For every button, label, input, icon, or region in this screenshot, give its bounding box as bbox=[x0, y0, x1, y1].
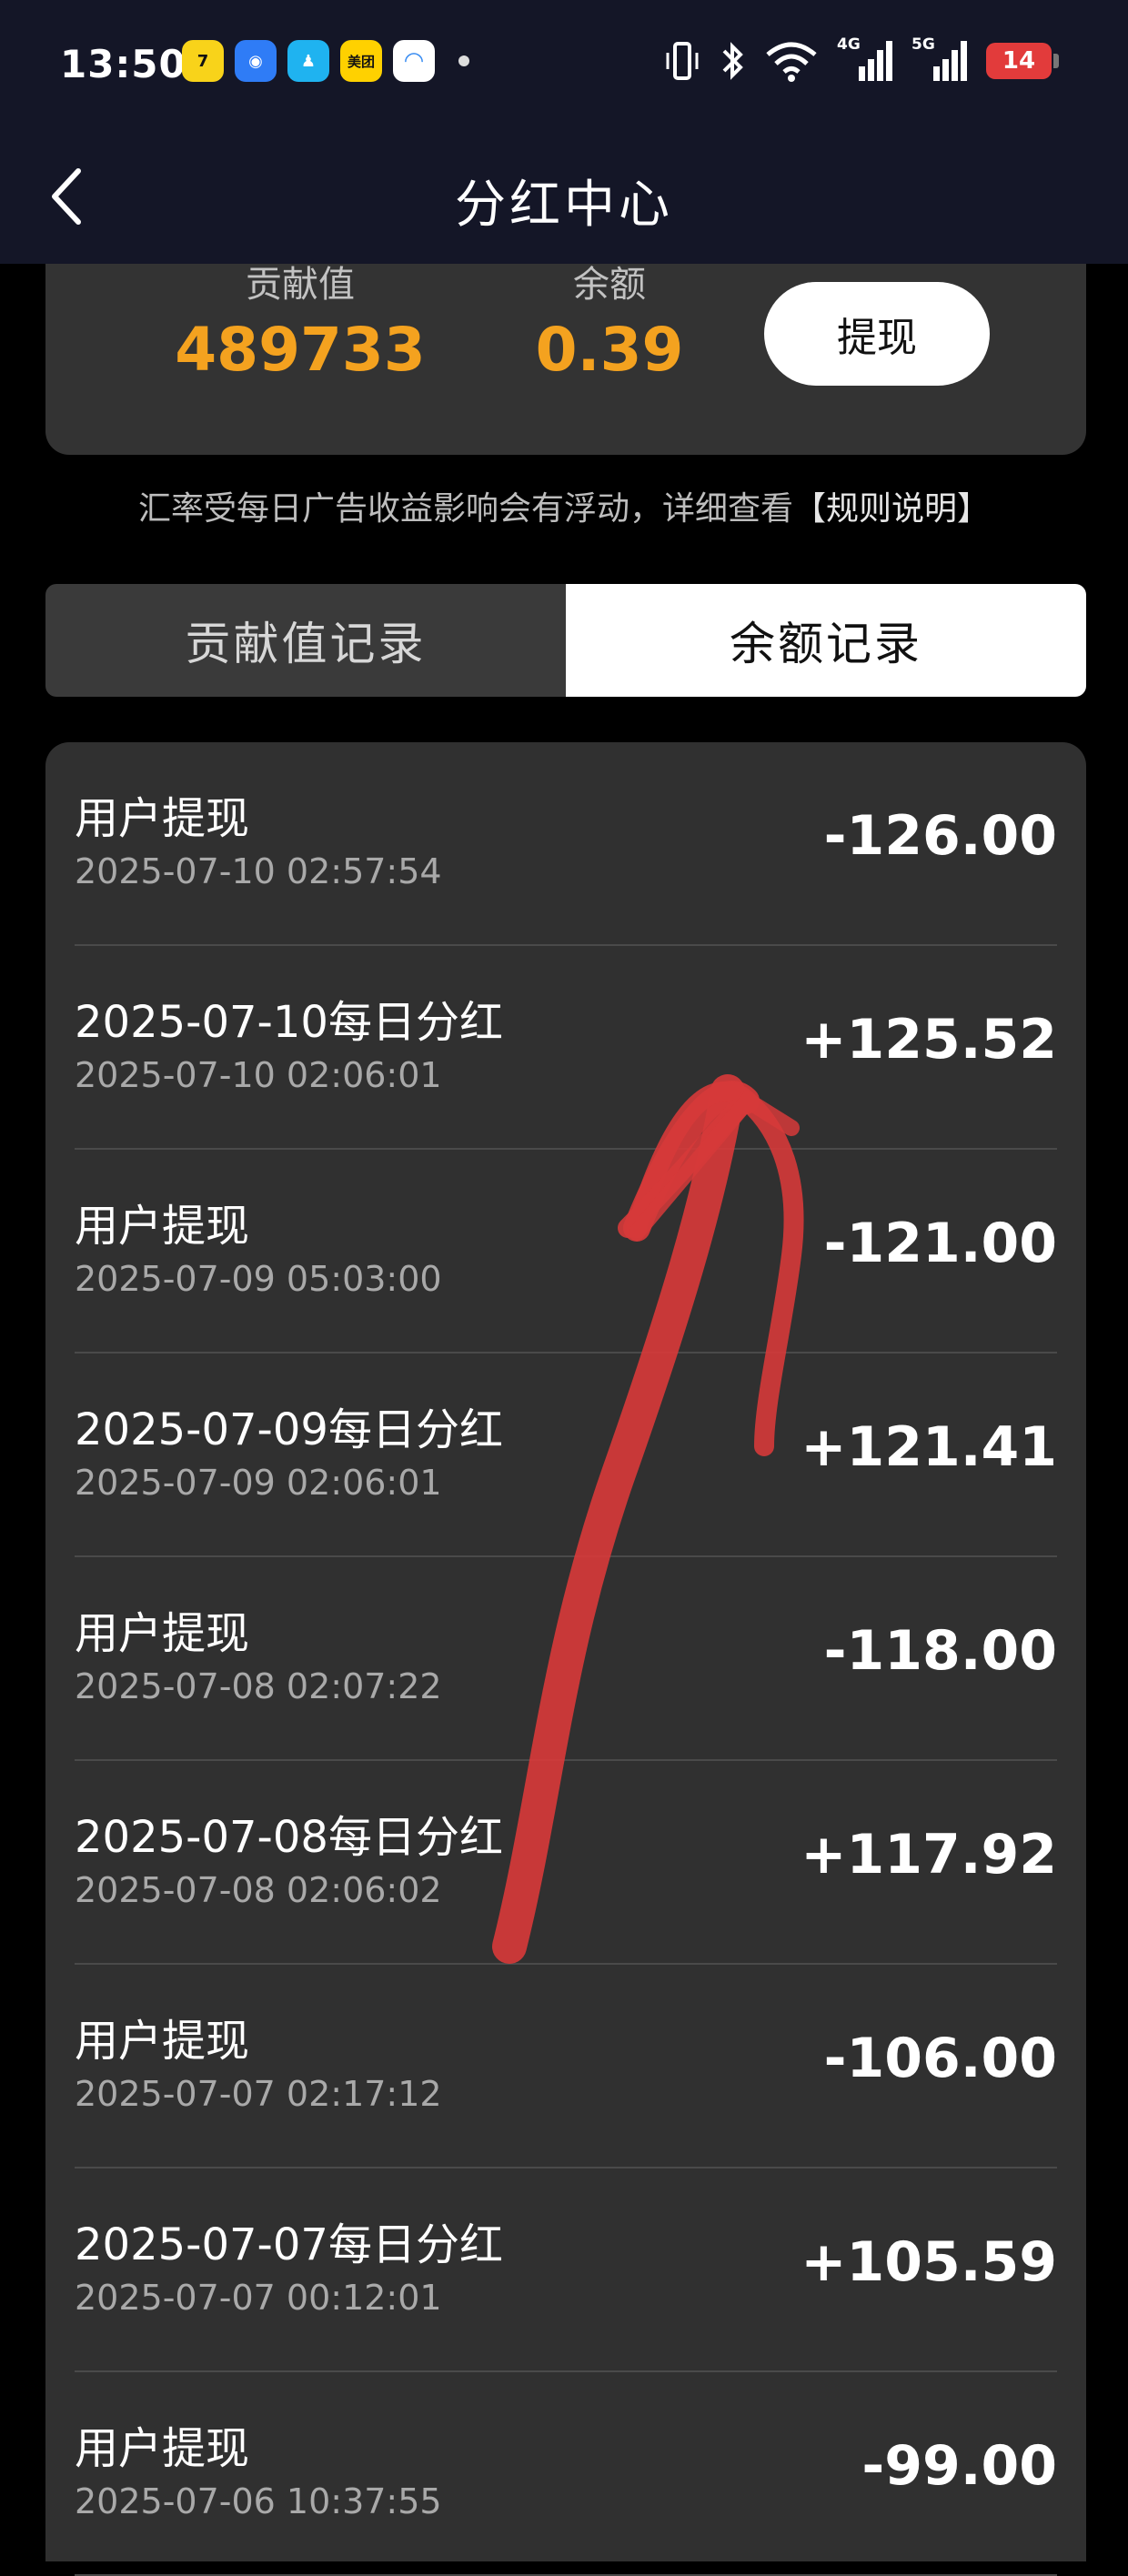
qq-penguin-icon: ♟ bbox=[287, 40, 329, 82]
record-title: 用户提现 bbox=[75, 2423, 250, 2474]
record-amount: +105.59 bbox=[801, 2230, 1057, 2294]
tab-balance-records[interactable]: 余额记录 bbox=[566, 584, 1086, 697]
contribution-value: 489733 bbox=[175, 315, 426, 385]
balance-stat: 余额 0.39 bbox=[446, 255, 773, 385]
record-amount: +121.41 bbox=[801, 1415, 1057, 1479]
record-time: 2025-07-08 02:06:02 bbox=[75, 1870, 442, 1910]
record-title: 2025-07-08每日分红 bbox=[75, 1812, 503, 1863]
wifi-icon bbox=[766, 42, 817, 82]
list-item[interactable]: 2025-07-09每日分红 2025-07-09 02:06:01 +121.… bbox=[75, 1353, 1057, 1557]
top-bar: 13:50 7 ◉ ♟ 美团 ◠ 4G 5G 14 分红中心 bbox=[0, 0, 1128, 264]
list-item[interactable]: 2025-07-07每日分红 2025-07-07 00:12:01 +105.… bbox=[75, 2168, 1057, 2372]
withdraw-button[interactable]: 提现 bbox=[764, 282, 990, 386]
record-tabs: 贡献值记录 余额记录 bbox=[45, 584, 1086, 697]
list-item[interactable]: 用户提现 2025-07-06 10:37:55 -99.00 bbox=[75, 2372, 1057, 2576]
meituan-icon: 美团 bbox=[340, 40, 382, 82]
list-item[interactable]: 用户提现 2025-07-10 02:57:54 -126.00 bbox=[75, 742, 1057, 946]
more-notifications-dot-icon bbox=[458, 55, 469, 66]
notification-app-icons: 7 ◉ ♟ 美团 ◠ bbox=[182, 40, 469, 82]
record-amount: -121.00 bbox=[823, 1212, 1057, 1275]
record-time: 2025-07-06 10:37:55 bbox=[75, 2481, 442, 2521]
exchange-rate-notice: 汇率受每日广告收益影响会有浮动，详细查看【规则说明】 bbox=[0, 482, 1128, 529]
balance-value: 0.39 bbox=[535, 315, 684, 385]
record-amount: -126.00 bbox=[823, 804, 1057, 868]
status-time: 13:50 bbox=[60, 42, 186, 86]
record-time: 2025-07-10 02:06:01 bbox=[75, 1055, 442, 1095]
record-time: 2025-07-09 05:03:00 bbox=[75, 1259, 442, 1299]
signal-4g-icon: 4G bbox=[837, 35, 893, 83]
status-bar: 13:50 7 ◉ ♟ 美团 ◠ 4G 5G 14 bbox=[0, 0, 1128, 127]
record-time: 2025-07-08 02:07:22 bbox=[75, 1666, 442, 1706]
list-item[interactable]: 用户提现 2025-07-08 02:07:22 -118.00 bbox=[75, 1557, 1057, 1761]
balance-record-list: 用户提现 2025-07-10 02:57:54 -126.00 2025-07… bbox=[45, 742, 1086, 2576]
tiger-app-icon: 7 bbox=[182, 40, 224, 82]
record-title: 用户提现 bbox=[75, 2016, 250, 2067]
record-title: 2025-07-10每日分红 bbox=[75, 997, 503, 1048]
record-amount: -118.00 bbox=[823, 1619, 1057, 1683]
record-time: 2025-07-07 02:17:12 bbox=[75, 2074, 442, 2114]
record-title: 2025-07-07每日分红 bbox=[75, 2219, 503, 2270]
record-time: 2025-07-10 02:57:54 bbox=[75, 851, 442, 891]
page-title: 分红中心 bbox=[455, 176, 673, 235]
record-amount: +125.52 bbox=[801, 1008, 1057, 1072]
record-title: 2025-07-09每日分红 bbox=[75, 1404, 503, 1455]
blue-app-icon: ◉ bbox=[235, 40, 277, 82]
record-title: 用户提现 bbox=[75, 793, 250, 844]
battery-icon: 14 bbox=[986, 43, 1059, 79]
notice-text: 汇率受每日广告收益影响会有浮动，详细查看 bbox=[137, 490, 793, 528]
nav-bar: 分红中心 bbox=[0, 127, 1128, 264]
list-item[interactable]: 用户提现 2025-07-09 05:03:00 -121.00 bbox=[75, 1150, 1057, 1353]
bluetooth-icon bbox=[722, 42, 743, 80]
contribution-stat: 贡献值 489733 bbox=[136, 255, 464, 385]
signal-5g-icon: 5G bbox=[911, 35, 968, 83]
record-title: 用户提现 bbox=[75, 1201, 250, 1252]
record-amount: -106.00 bbox=[823, 2027, 1057, 2090]
record-amount: -99.00 bbox=[861, 2434, 1057, 2498]
list-item[interactable]: 用户提现 2025-07-07 02:17:12 -106.00 bbox=[75, 1965, 1057, 2168]
record-time: 2025-07-09 02:06:01 bbox=[75, 1463, 442, 1503]
record-time: 2025-07-07 00:12:01 bbox=[75, 2278, 442, 2318]
rules-link[interactable]: 【规则说明】 bbox=[793, 490, 990, 528]
blue-c-app-icon: ◠ bbox=[393, 40, 435, 82]
list-item[interactable]: 2025-07-08每日分红 2025-07-08 02:06:02 +117.… bbox=[75, 1761, 1057, 1965]
tab-contribution-records[interactable]: 贡献值记录 bbox=[45, 584, 566, 697]
list-item[interactable]: 2025-07-10每日分红 2025-07-10 02:06:01 +125.… bbox=[75, 946, 1057, 1150]
system-status-icons: 4G 5G 14 bbox=[664, 35, 1059, 84]
record-title: 用户提现 bbox=[75, 1608, 250, 1659]
record-amount: +117.92 bbox=[801, 1823, 1057, 1887]
vibrate-icon bbox=[666, 42, 699, 80]
